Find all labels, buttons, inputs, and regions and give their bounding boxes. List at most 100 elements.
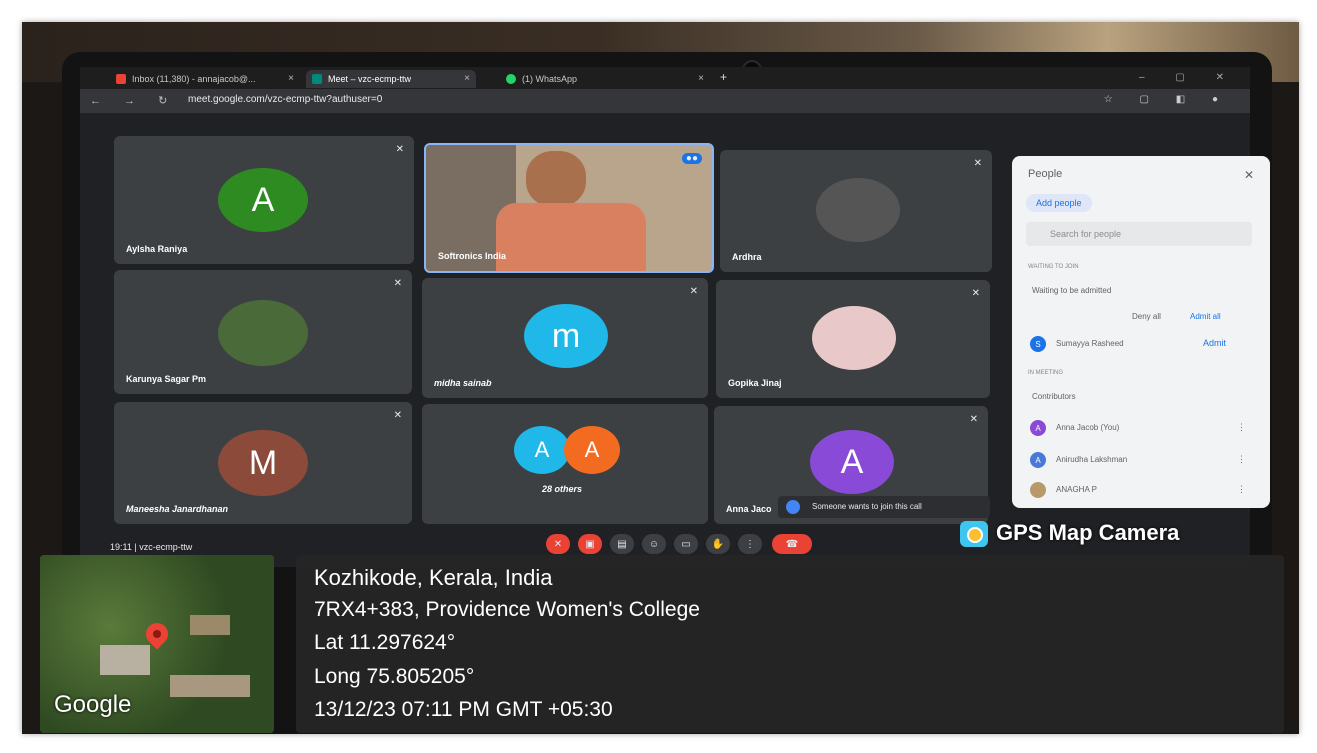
- add-people-button[interactable]: Add people: [1026, 194, 1092, 212]
- mic-off-icon: ✕: [969, 414, 978, 425]
- whatsapp-icon: [506, 74, 516, 84]
- tab-whatsapp[interactable]: (1) WhatsApp ×: [500, 70, 710, 88]
- close-icon[interactable]: ×: [288, 70, 294, 88]
- address-bar: ← → ↻ meet.google.com/vzc-ecmp-ttw?authu…: [80, 89, 1250, 113]
- contributor-row[interactable]: ANAGHA P ⋮: [1026, 478, 1256, 504]
- participant-tile[interactable]: m ✕ midha sainab: [422, 278, 708, 398]
- mic-off-icon: ✕: [393, 410, 402, 421]
- avatar-photo: [816, 178, 900, 242]
- others-count: 28 others: [542, 484, 583, 494]
- tab-label: Meet – vzc-ecmp-ttw: [328, 74, 412, 84]
- speaker-video: [526, 151, 586, 207]
- timestamp-line: 13/12/23 07:11 PM GMT +05:30: [314, 698, 613, 721]
- nav-buttons[interactable]: ← → ↻: [90, 94, 177, 107]
- join-request-notice[interactable]: Someone wants to join this call: [778, 496, 990, 518]
- present-button[interactable]: ▭: [674, 534, 698, 554]
- browser-tab-bar: Inbox (11,380) - annajacob@... × Meet – …: [80, 67, 1250, 89]
- avatar: A: [1030, 452, 1046, 468]
- avatar: A: [810, 430, 894, 494]
- window-controls[interactable]: – ▢ ✕: [1139, 72, 1238, 83]
- more-icon[interactable]: ⋮: [1237, 422, 1246, 433]
- tab-meet[interactable]: Meet – vzc-ecmp-ttw ×: [306, 70, 476, 88]
- others-tile[interactable]: A A 28 others: [422, 404, 708, 524]
- deny-all-button[interactable]: Deny all: [1132, 312, 1161, 321]
- gmail-icon: [116, 74, 126, 84]
- people-panel: People ✕ Add people Search for people WA…: [1012, 156, 1270, 508]
- toolbar-icons[interactable]: ☆ ▢ ◧ ●: [1104, 94, 1230, 105]
- avatar: A: [564, 426, 620, 474]
- avatar: A: [1030, 420, 1046, 436]
- longitude-line: Long 75.805205°: [314, 665, 475, 688]
- new-tab-button[interactable]: +: [720, 70, 727, 84]
- building-icon: [190, 615, 230, 635]
- participant-name: Softronics India: [438, 251, 507, 261]
- url-field[interactable]: meet.google.com/vzc-ecmp-ttw?authuser=0: [188, 94, 382, 105]
- participant-tile[interactable]: ✕ Ardhra: [720, 150, 992, 272]
- participant-tile[interactable]: ✕ Gopika Jinaj: [716, 280, 990, 398]
- admit-button[interactable]: Admit: [1203, 338, 1226, 348]
- meet-controls: ✕ ▣ ▤ ☺ ▭ ✋ ⋮ ☎: [546, 534, 876, 556]
- participant-tile[interactable]: M ✕ Maneesha Janardhanan: [114, 402, 412, 524]
- contributor-row[interactable]: A Anna Jacob (You) ⋮: [1026, 416, 1256, 442]
- close-icon[interactable]: ×: [698, 70, 704, 88]
- more-icon[interactable]: ⋮: [1237, 484, 1246, 495]
- speaker-shirt: [496, 203, 646, 271]
- person-name: Anna Jacob (You): [1056, 423, 1120, 432]
- avatar-photo: [812, 306, 896, 370]
- tab-gmail[interactable]: Inbox (11,380) - annajacob@... ×: [110, 70, 300, 88]
- avatar: S: [1030, 336, 1046, 352]
- mic-off-icon: ✕: [689, 286, 698, 297]
- meet-icon: [312, 74, 322, 84]
- contributor-row[interactable]: A Anirudha Lakshman ⋮: [1026, 448, 1256, 474]
- raise-hand-button[interactable]: ✋: [706, 534, 730, 554]
- participant-tile[interactable]: ✕ Karunya Sagar Pm: [114, 270, 412, 394]
- speaking-icon: ●●: [681, 153, 702, 164]
- participant-name: Maneesha Janardhanan: [126, 504, 229, 514]
- gps-badge-text: GPS Map Camera: [996, 520, 1180, 545]
- building-icon: [100, 645, 150, 675]
- avatar: A: [514, 426, 570, 474]
- section-header: IN MEETING: [1028, 370, 1064, 376]
- location-line: Kozhikode, Kerala, India: [314, 565, 553, 590]
- participant-name: Aylsha Raniya: [126, 244, 188, 254]
- camera-button[interactable]: ▣: [578, 534, 602, 554]
- emoji-button[interactable]: ☺: [642, 534, 666, 554]
- gps-camera-icon: [960, 521, 988, 547]
- avatar: [1030, 482, 1046, 498]
- person-name: ANAGHA P: [1056, 485, 1097, 494]
- more-icon[interactable]: ⋮: [1237, 454, 1246, 465]
- waiting-label: Waiting to be admitted: [1032, 286, 1112, 295]
- admit-all-button[interactable]: Admit all: [1190, 312, 1221, 321]
- participant-tile[interactable]: A ✕ Aylsha Raniya: [114, 136, 414, 264]
- section-header: WAITING TO JOIN: [1028, 264, 1079, 270]
- more-options-button[interactable]: ⋮: [738, 534, 762, 554]
- contributors-label: Contributors: [1032, 392, 1076, 401]
- avatar: M: [218, 430, 308, 496]
- meeting-code: 19:11 | vzc-ecmp-ttw: [110, 542, 193, 552]
- participant-name: Gopika Jinaj: [728, 378, 782, 388]
- person-name: Anirudha Lakshman: [1056, 455, 1128, 464]
- panel-title: People: [1028, 168, 1063, 180]
- avatar-photo: [218, 300, 308, 366]
- google-logo: Google: [54, 691, 132, 718]
- mic-off-icon: ✕: [393, 278, 402, 289]
- gps-info-box: Kozhikode, Kerala, India 7RX4+383, Provi…: [296, 555, 1284, 733]
- latitude-line: Lat 11.297624°: [314, 631, 456, 654]
- mic-off-icon: ✕: [395, 144, 404, 155]
- participant-tile-active[interactable]: ●● Softronics India: [424, 143, 714, 273]
- join-notice-text: Someone wants to join this call: [812, 502, 922, 511]
- participant-name: midha sainab: [434, 378, 492, 388]
- captions-button[interactable]: ▤: [610, 534, 634, 554]
- close-icon[interactable]: ×: [464, 70, 470, 88]
- leave-call-button[interactable]: ☎: [772, 534, 812, 554]
- building-icon: [170, 675, 250, 697]
- waiting-person-row: S Sumayya Rasheed Admit: [1026, 332, 1256, 358]
- search-input[interactable]: Search for people: [1026, 222, 1252, 246]
- mic-button[interactable]: ✕: [546, 534, 570, 554]
- close-icon[interactable]: ✕: [1244, 168, 1254, 182]
- avatar: m: [524, 304, 608, 368]
- mic-off-icon: ✕: [973, 158, 982, 169]
- info-icon: [786, 500, 800, 514]
- map-thumbnail: Google: [40, 555, 274, 733]
- address-line: 7RX4+383, Providence Women's College: [314, 598, 700, 621]
